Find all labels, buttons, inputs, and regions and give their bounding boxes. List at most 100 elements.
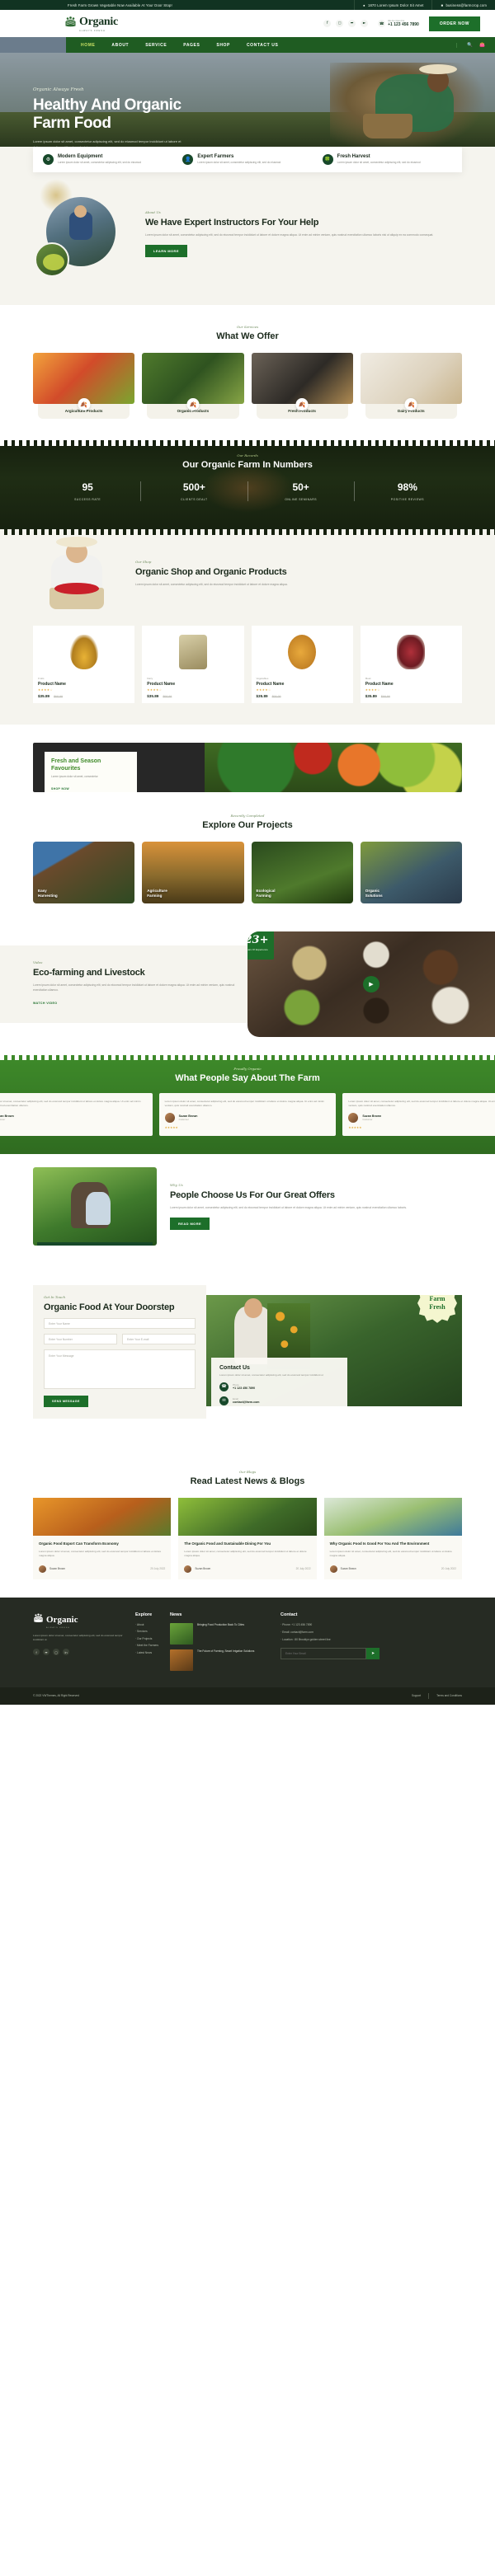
send-message-button[interactable]: SEND MESSAGE [44,1396,88,1408]
cart-icon[interactable]: 👛 [479,43,485,48]
name-field[interactable]: Enter Your Name [44,1318,196,1330]
newsletter-email-input[interactable] [280,1647,367,1659]
footer-link-our-projects[interactable]: · Our Projects [135,1637,158,1640]
watch-video-link[interactable]: WATCH VIDEO [33,1002,58,1005]
eco-video-thumbnail[interactable]: 23+ Years Of Experience ▶ [248,931,495,1037]
contact-card-paragraph: Lorem ipsum dolor sit amet, consectetur … [219,1372,323,1377]
nav-item-about[interactable]: ABOUT [111,43,129,48]
newsletter-submit-icon[interactable]: ➤ [366,1647,380,1659]
blog-post-excerpt: Lorem ipsum dolor sit amet, consectetur … [39,1550,162,1558]
number-field[interactable]: Enter Your Number [44,1334,117,1345]
message-field[interactable]: Enter Your Message [44,1349,196,1390]
site-logo[interactable]: Organic ALWAYS FRESH [64,16,118,32]
blog-card[interactable]: The Organic Food and Sustainable Dining … [178,1498,317,1579]
product-card[interactable]: Dairy Product Name ★★★★☆ $35.89 $68.99 [142,626,244,703]
stat-positive-reviews: 98% POSITIVE REVIEWS [353,481,460,501]
facebook-icon[interactable]: f [33,1649,40,1656]
nav-item-home[interactable]: HOME [81,43,95,48]
contact-email-item[interactable]: ✉ Email contact@farm.com [219,1396,339,1405]
nav-item-contact-us[interactable]: CONTACT US [247,43,278,48]
eco-paragraph: Lorem ipsum dolor sit amet, consectetur … [33,983,235,992]
header-phone[interactable]: ☎ We Are Open For +1 123 456 7890 [378,20,419,27]
stat-label: POSITIVE REVIEWS [390,498,424,501]
instagram-icon[interactable]: ◻ [336,20,344,27]
footer-news-item[interactable]: Bringing Food Production Back To Cities [170,1622,269,1645]
contact-phone-value: +1 123 456 7890 [233,1386,256,1390]
testimonial-text: Lorem ipsum dolor sit amet, consectetur … [164,1100,325,1107]
stat-value: 98% [397,481,417,493]
experience-label: Years Of Experience [248,947,268,951]
twitter-icon[interactable]: ➦ [348,20,356,27]
play-button-icon[interactable]: ▶ [363,976,380,992]
shop-paragraph: Lorem ipsum dolor sit amet, consectetur … [135,583,288,587]
project-card-easy-harvesting[interactable]: Easy Harvesting [33,842,135,903]
testimonial-role: Customer [362,1117,373,1121]
vegetables-image [205,743,462,792]
service-card-fresh[interactable]: 🍂 Fresh Products [251,353,353,419]
footer-logo[interactable]: Organic [33,1612,124,1627]
copyright-text: © 2022 VWThemes, All Right Reserved [33,1694,79,1698]
product-card[interactable]: Meat Product Name ★★★★☆ $35.89 $68.99 [360,626,462,703]
services-eyebrow: Our Services [236,325,259,329]
project-card-organic-solutions[interactable]: Organic Solutions [360,842,462,903]
project-card-ecological-farming[interactable]: Ecological Farming [251,842,353,903]
contact-phone-item[interactable]: ☎ Phone +1 123 456 7890 [219,1382,339,1391]
contact-image: Farm Fresh Contact Us Lorem ipsum dolor s… [200,1294,462,1406]
service-card-agriculture[interactable]: 🍂 Argiculture Products [33,353,135,419]
nav-item-shop[interactable]: SHOP [216,43,230,48]
topbar-email[interactable]: ■ business@farmcrop.com [431,0,495,10]
blog-post-excerpt: Lorem ipsum dolor sit amet, consectetur … [329,1550,452,1558]
blog-card[interactable]: Why Organic Food Is Good For You And The… [323,1498,462,1579]
blog-post-title: The Organic Food and Sustainable Dining … [184,1541,271,1546]
footer-link-about[interactable]: · About [135,1623,158,1626]
footer-terms-link[interactable]: Terms and Conditions [436,1694,462,1697]
feature-card-modern-equipment[interactable]: ⚙ Modern Equipment Lorem ipsum dolor sit… [38,154,177,165]
testimonial-card: Lorem ipsum dolor sit amet, consectetur … [0,1093,153,1136]
stats-bottom-torn-edge [0,529,495,535]
order-now-button[interactable]: ORDER NOW [428,16,480,31]
nav-item-service[interactable]: SERVICE [145,43,167,48]
experience-number: 23+ [248,933,269,946]
about-learn-more-button[interactable]: LEARN MORE [145,245,187,258]
footer-support-link[interactable]: Support [412,1694,421,1697]
choose-us-read-more-button[interactable]: READ MORE [170,1218,210,1230]
shop-now-button[interactable]: SHOP NOW [51,787,69,791]
service-card-dairy[interactable]: 🍂 Dairy Products [360,353,462,419]
blog-date: 20 July 2022 [295,1567,311,1571]
testimonial-card: Lorem ipsum dolor sit amet, consectetur … [342,1093,495,1136]
product-name: Product Name [365,682,394,687]
product-name: Product Name [147,682,176,687]
feature-text: Lorem ipsum dolor sit amet, consectetur … [197,161,281,164]
search-icon[interactable]: 🔍 [467,43,473,48]
shop-eyebrow: Our Shop [135,560,152,564]
about-text-block: About Us We Have Expert Instructors For … [145,210,462,258]
feature-card-fresh-harvest[interactable]: 🍀 Fresh Harvest Lorem ipsum dolor sit am… [318,154,457,165]
product-name: Product Name [256,682,285,687]
twitter-icon[interactable]: ➦ [43,1649,50,1656]
linkedin-icon[interactable]: in [63,1649,69,1656]
projects-section: Recently Completed Explore Our Projects … [0,810,495,920]
product-card[interactable]: Vegetables Product Name ★★★★☆ $35.89 $68… [251,626,353,703]
about-paragraph: Lorem ipsum dolor sit amet, consectetur … [145,233,434,237]
footer-link-latest-news[interactable]: · Latest News [135,1651,158,1654]
instagram-icon[interactable]: ◻ [53,1649,59,1656]
youtube-icon[interactable]: ► [361,20,369,27]
testimonial-stars: ★★★★★ [0,1126,147,1129]
footer-news-item[interactable]: The Future of Farming, Smart Irrigation … [170,1649,269,1671]
projects-title: Explore Our Projects [202,820,293,830]
testimonial-card: Lorem ipsum dolor sit amet, consectetur … [158,1093,337,1136]
nav-item-pages[interactable]: PAGES [183,43,200,48]
project-card-agriculture-farming[interactable]: Agriculture Farming [142,842,244,903]
footer-link-services[interactable]: · Services [135,1630,158,1633]
facebook-icon[interactable]: f [323,20,332,27]
feature-card-expert-farmers[interactable]: 👤 Expert Farmers Lorem ipsum dolor sit a… [177,154,317,165]
footer-link-meet-the-farmers[interactable]: · Meet the Farmers [135,1644,158,1647]
stat-value: 500+ [182,481,205,493]
service-card-organic[interactable]: 🍂 Organic Products [142,353,244,419]
product-card[interactable]: Fruits Product Name ★★★★☆ $35.89 $68.99 [33,626,135,703]
email-field[interactable]: Enter Your E-mail [122,1334,196,1345]
testimonial-stars: ★★★★★ [348,1125,362,1129]
project-title: Organic Solutions [365,888,383,898]
product-old-price: $68.99 [54,695,64,698]
blog-card[interactable]: Organic Food Export Can Transform Econom… [33,1498,172,1579]
